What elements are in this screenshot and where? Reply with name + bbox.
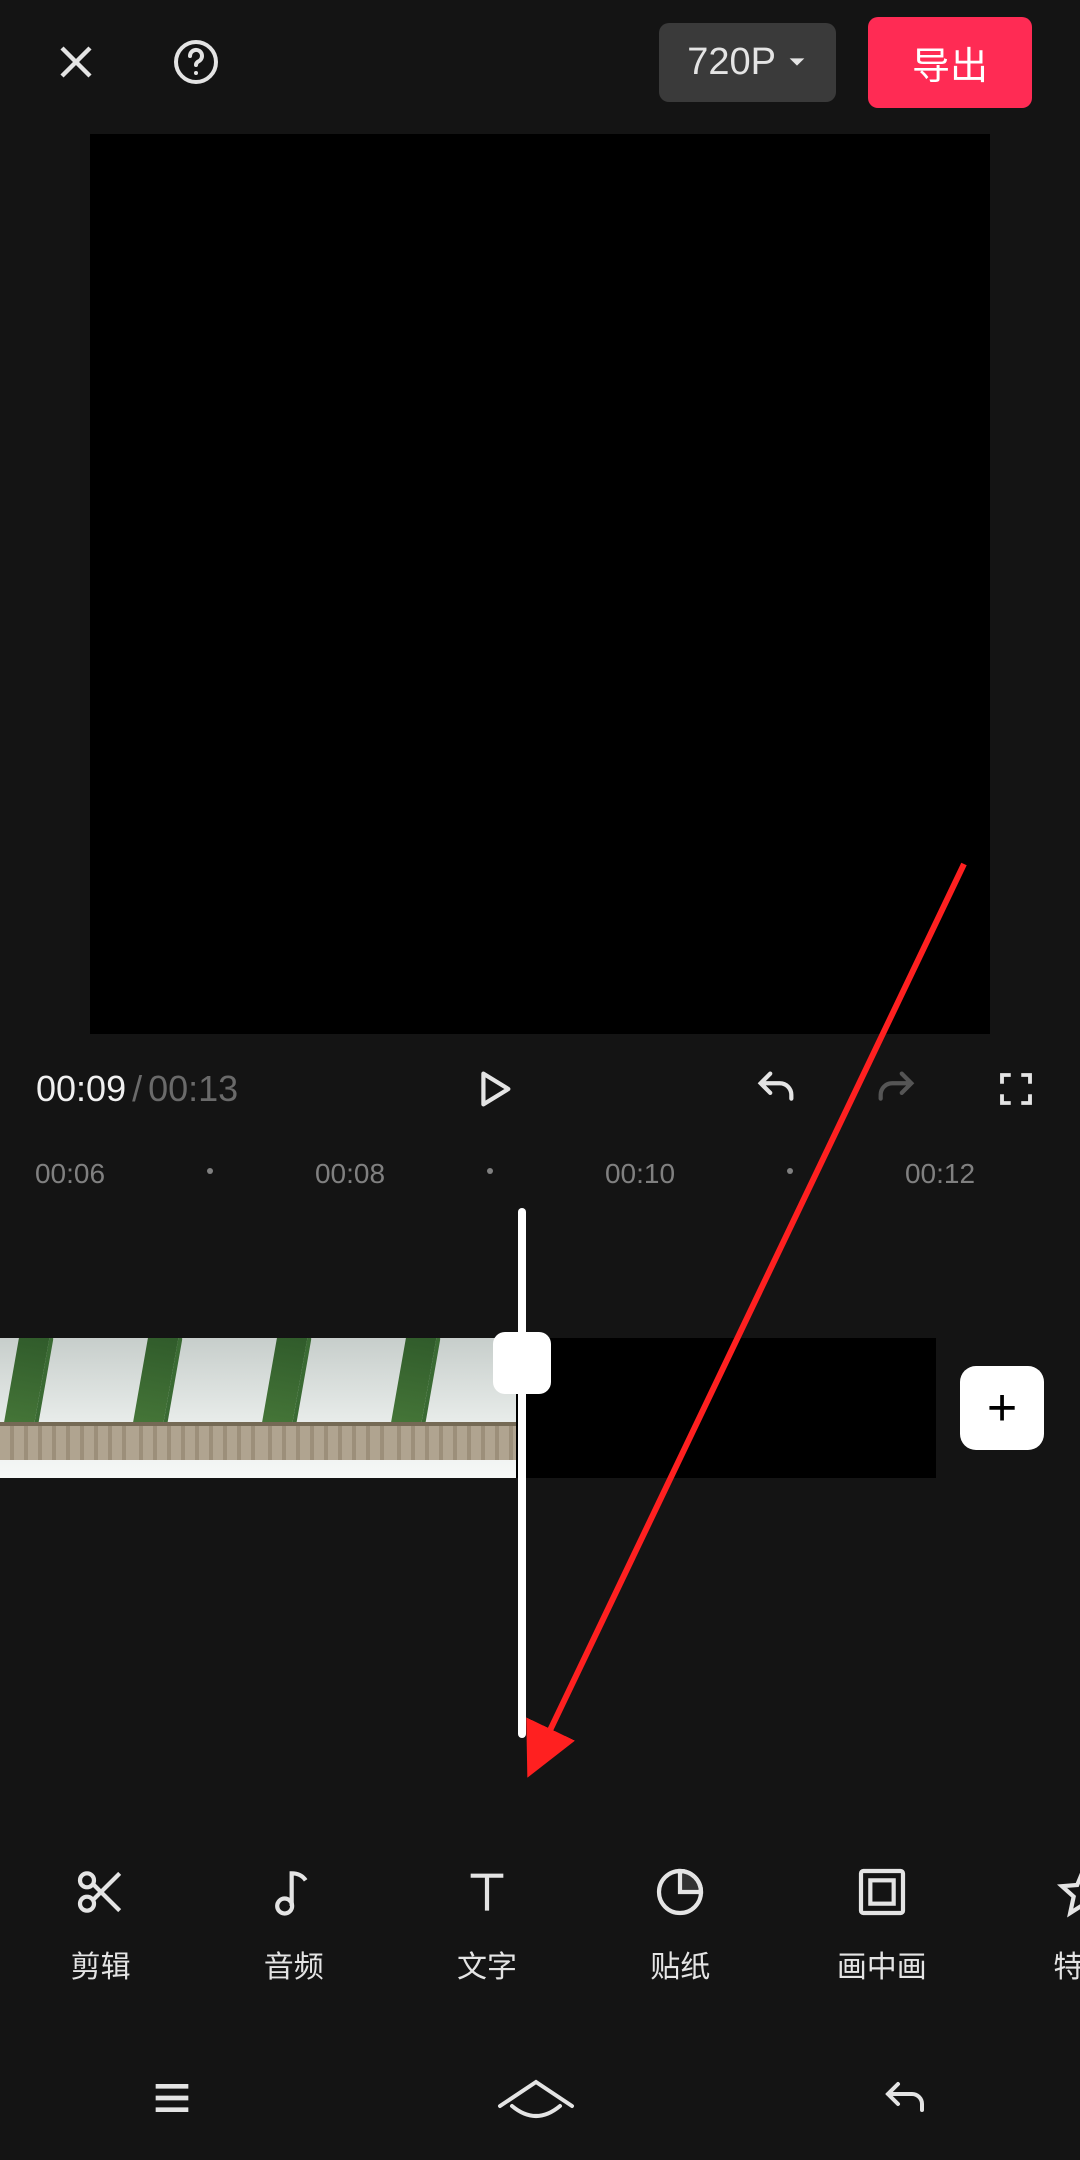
fullscreen-icon[interactable] [988, 1061, 1044, 1117]
add-clip-button[interactable]: + [960, 1366, 1044, 1450]
top-bar: 720P 导出 [0, 0, 1080, 124]
star-icon [1051, 1860, 1080, 1924]
add-clip-label: + [987, 1378, 1017, 1438]
ruler-dot [207, 1168, 213, 1174]
close-icon[interactable] [48, 34, 104, 90]
tool-label: 剪辑 [71, 1942, 131, 1986]
resolution-label: 720P [687, 41, 776, 84]
nav-back-icon[interactable] [872, 2074, 936, 2127]
tool-pip[interactable]: 画中画 [837, 1860, 927, 1986]
time-current: 00:09 [36, 1068, 126, 1110]
time-separator: / [132, 1068, 142, 1110]
tool-text[interactable]: 文字 [450, 1860, 523, 1986]
tool-audio[interactable]: 音频 [257, 1860, 330, 1986]
tool-label: 画中画 [837, 1942, 927, 1986]
ruler-dot [487, 1168, 493, 1174]
sticker-icon [648, 1860, 712, 1924]
ruler-tick: 00:10 [605, 1158, 675, 1190]
playhead-handle[interactable] [493, 1332, 551, 1394]
music-note-icon [262, 1860, 326, 1924]
redo-icon [868, 1061, 924, 1117]
timeline[interactable]: + [0, 1208, 1080, 1608]
nav-menu-icon[interactable] [144, 2070, 200, 2131]
tool-label: 音频 [264, 1942, 324, 1986]
ruler-tick: 00:12 [905, 1158, 975, 1190]
nav-home-icon[interactable] [488, 2074, 584, 2127]
ruler-tick: 00:08 [315, 1158, 385, 1190]
tool-edit[interactable]: 剪辑 [64, 1860, 137, 1986]
tool-label: 文字 [457, 1942, 517, 1986]
play-icon[interactable] [465, 1061, 521, 1117]
export-button[interactable]: 导出 [868, 17, 1032, 108]
timeline-ruler[interactable]: 00:06 00:08 00:10 00:12 [0, 1144, 1080, 1208]
playhead[interactable] [518, 1208, 526, 1738]
export-label: 导出 [912, 46, 988, 88]
text-icon [455, 1860, 519, 1924]
scissors-icon [69, 1860, 133, 1924]
video-clip[interactable] [0, 1338, 516, 1478]
system-navbar [0, 2040, 1080, 2160]
tool-label: 特效 [1053, 1942, 1080, 1986]
tool-fx[interactable]: 特效 [1047, 1860, 1080, 1986]
ruler-tick: 00:06 [35, 1158, 105, 1190]
bottom-toolbar: 剪辑 音频 文字 贴纸 画中画 特效 [0, 1838, 1080, 2008]
playback-bar: 00:09 / 00:13 [0, 1034, 1080, 1144]
help-icon[interactable] [168, 34, 224, 90]
undo-icon[interactable] [748, 1061, 804, 1117]
ruler-dot [787, 1168, 793, 1174]
chevron-down-icon [786, 51, 808, 73]
pip-icon [850, 1860, 914, 1924]
tool-label: 贴纸 [650, 1942, 710, 1986]
time-total: 00:13 [148, 1068, 238, 1110]
resolution-button[interactable]: 720P [659, 23, 836, 102]
video-preview[interactable] [90, 134, 990, 1034]
black-clip[interactable] [516, 1338, 936, 1478]
tool-sticker[interactable]: 贴纸 [644, 1860, 717, 1986]
